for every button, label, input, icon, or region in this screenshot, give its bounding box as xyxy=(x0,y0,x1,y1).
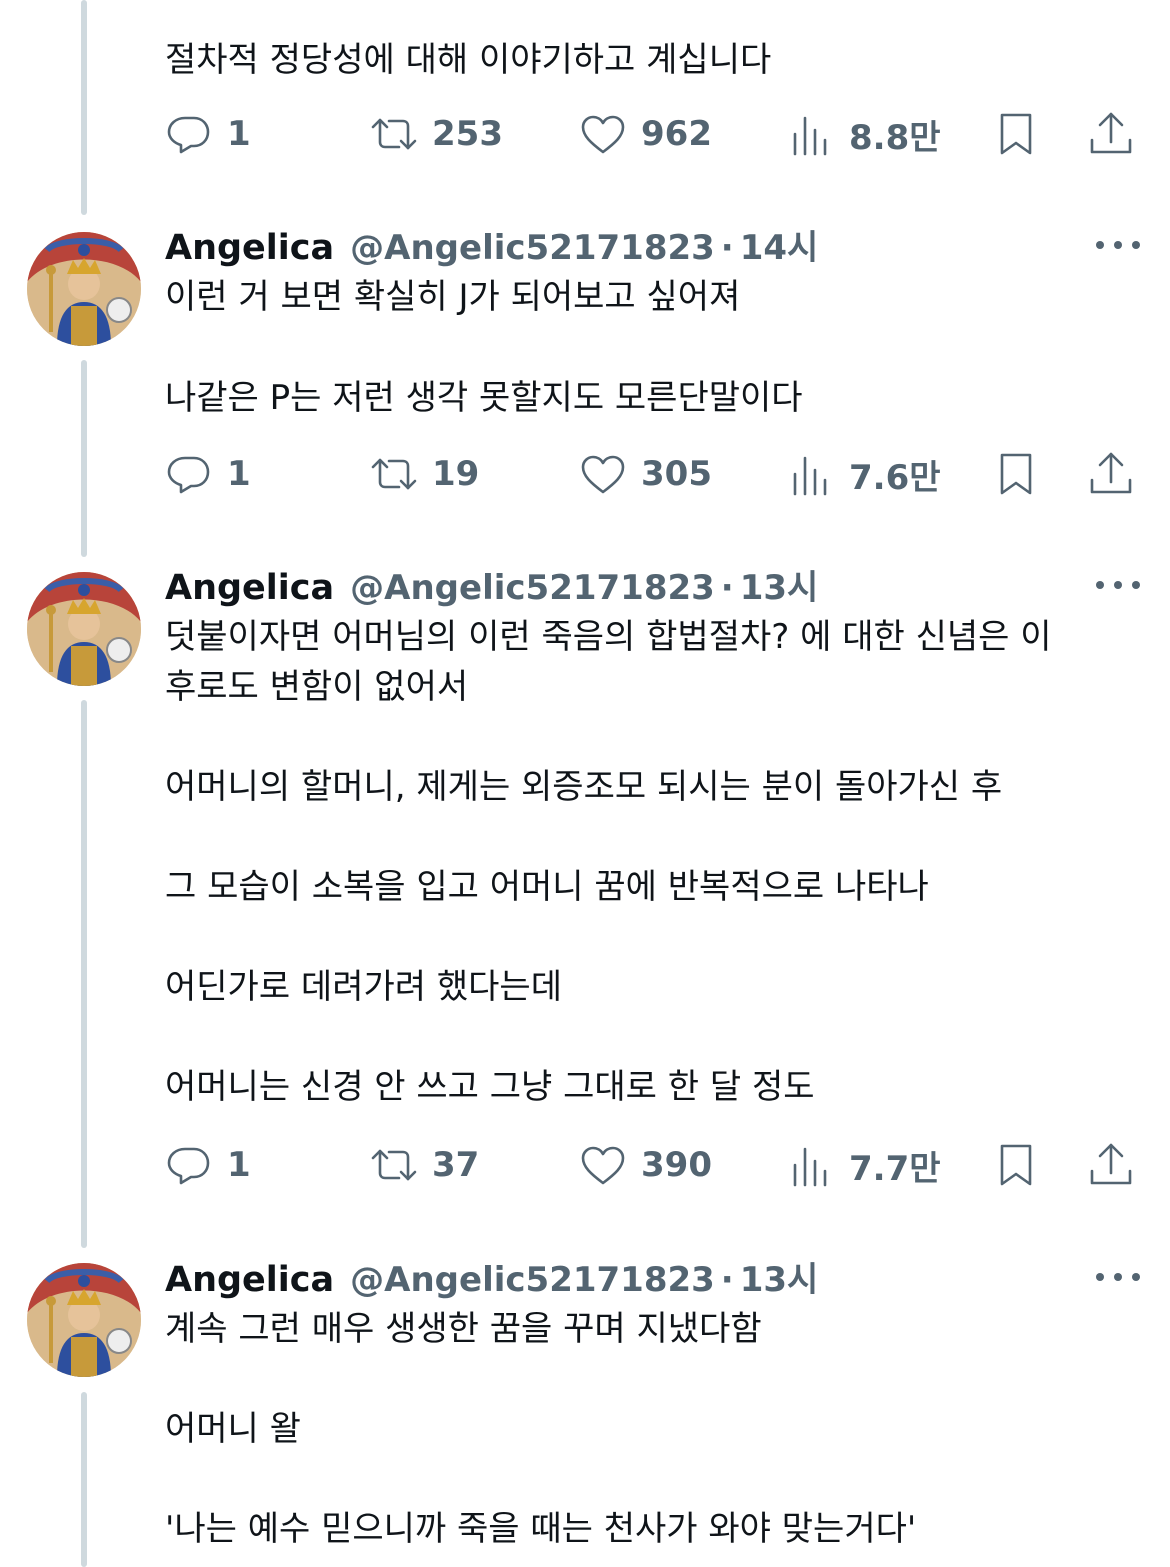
separator-dot: · xyxy=(720,228,734,268)
separator-dot: · xyxy=(720,568,734,608)
heart-icon xyxy=(581,455,625,494)
reply-count: 1 xyxy=(227,454,251,494)
bar-chart-icon xyxy=(793,456,827,496)
tweet-paragraph: 덧붙이자면 어머님의 이런 죽음의 합법절차? 에 대한 신념은 이 후로도 변… xyxy=(165,617,1052,707)
retweet-button[interactable]: 19 xyxy=(370,444,479,504)
speech-bubble-icon xyxy=(167,1147,210,1185)
heart-icon xyxy=(581,1146,625,1185)
user-handle[interactable]: @Angelic52171823 xyxy=(350,228,715,268)
retweet-button[interactable]: 253 xyxy=(370,104,503,164)
share-upload-icon xyxy=(1090,1143,1132,1185)
share-upload-icon xyxy=(1090,452,1132,494)
share-upload-icon xyxy=(1090,112,1132,154)
tweet-paragraph: 그 모습이 소복을 입고 어머니 꿈에 반복적으로 나타나 xyxy=(165,867,929,907)
separator-dot: · xyxy=(720,1260,734,1300)
views-count: 7.6만 xyxy=(849,457,941,498)
heart-icon xyxy=(581,115,625,154)
timestamp[interactable]: 13시 xyxy=(740,560,819,609)
views-count: 8.8만 xyxy=(849,117,941,158)
thread-line xyxy=(81,1392,87,1567)
reply-count: 1 xyxy=(227,1145,251,1185)
tweet-text-partial: 절차적 정당성에 대해 이야기하고 계십니다 xyxy=(165,35,1140,85)
tweet-paragraph: 절차적 정당성에 대해 이야기하고 계십니다 xyxy=(165,40,772,80)
tweet-paragraph: 어딘가로 데려가려 했다는데 xyxy=(165,967,562,1007)
tweet: Angelica @Angelic52171823 · 13시 덧붙이자면 어머… xyxy=(165,560,1140,1112)
speech-bubble-icon xyxy=(167,456,210,494)
like-button[interactable]: 305 xyxy=(579,444,712,504)
like-button[interactable]: 390 xyxy=(579,1135,712,1195)
more-dots-icon[interactable] xyxy=(1096,230,1140,260)
bar-chart-icon xyxy=(793,1147,827,1187)
like-count: 962 xyxy=(641,114,712,154)
user-name[interactable]: Angelica xyxy=(165,568,334,608)
tweet: Angelica @Angelic52171823 · 13시 계속 그런 매우… xyxy=(165,1252,1140,1554)
like-button[interactable]: 962 xyxy=(579,104,712,164)
tweet-header: Angelica @Angelic52171823 · 13시 xyxy=(165,1252,1140,1310)
retweet-count: 37 xyxy=(432,1145,480,1185)
tweet-paragraph: 어머니 왈 xyxy=(165,1409,301,1449)
tweet: Angelica @Angelic52171823 · 14시 이런 거 보면 … xyxy=(165,220,1140,423)
retweet-arrows-icon xyxy=(371,1149,417,1181)
reply-button[interactable]: 1 xyxy=(165,104,251,164)
tweet-paragraph: 나같은 P는 저런 생각 못할지도 모른단말이다 xyxy=(165,378,803,418)
views-count: 7.7만 xyxy=(849,1148,941,1189)
avatar-image xyxy=(27,572,141,686)
retweet-arrows-icon xyxy=(371,458,417,490)
thread-line xyxy=(81,700,87,1248)
retweet-count: 253 xyxy=(432,114,503,154)
tweet-actions: 1 19 305 7.6만 xyxy=(165,444,1140,504)
more-dots-icon[interactable] xyxy=(1096,570,1140,600)
user-name[interactable]: Angelica xyxy=(165,228,334,268)
avatar-image xyxy=(27,1263,141,1377)
views-button[interactable]: 7.7만 xyxy=(787,1135,941,1195)
share-button[interactable] xyxy=(1087,104,1135,164)
user-handle[interactable]: @Angelic52171823 xyxy=(350,1260,715,1300)
views-button[interactable]: 7.6만 xyxy=(787,444,941,504)
more-dots-icon[interactable] xyxy=(1096,1262,1140,1292)
share-button[interactable] xyxy=(1087,1135,1135,1195)
bookmark-icon xyxy=(1000,1144,1032,1186)
share-button[interactable] xyxy=(1087,444,1135,504)
bookmark-icon xyxy=(1000,453,1032,495)
reply-count: 1 xyxy=(227,114,251,154)
thread-line xyxy=(81,360,87,557)
timestamp[interactable]: 14시 xyxy=(740,220,819,269)
avatar[interactable] xyxy=(27,1263,141,1377)
speech-bubble-icon xyxy=(167,116,210,154)
bar-chart-icon xyxy=(793,116,827,156)
reply-button[interactable]: 1 xyxy=(165,1135,251,1195)
thread-line xyxy=(81,0,87,215)
tweet-header: Angelica @Angelic52171823 · 14시 xyxy=(165,220,1140,278)
bookmark-button[interactable] xyxy=(992,444,1040,504)
avatar[interactable] xyxy=(27,232,141,346)
tweet-paragraph: 어머니의 할머니, 제게는 외증조모 되시는 분이 돌아가신 후 xyxy=(165,767,1003,807)
timestamp[interactable]: 13시 xyxy=(740,1252,819,1301)
avatar[interactable] xyxy=(27,572,141,686)
like-count: 390 xyxy=(641,1145,712,1185)
tweet-paragraph: 계속 그런 매우 생생한 꿈을 꾸며 지냈다함 xyxy=(165,1309,762,1349)
user-handle[interactable]: @Angelic52171823 xyxy=(350,568,715,608)
retweet-button[interactable]: 37 xyxy=(370,1135,479,1195)
tweet-header: Angelica @Angelic52171823 · 13시 xyxy=(165,560,1140,618)
retweet-arrows-icon xyxy=(371,118,417,150)
tweet-actions: 1 37 390 7.7만 xyxy=(165,1135,1140,1195)
bookmark-button[interactable] xyxy=(992,1135,1040,1195)
retweet-count: 19 xyxy=(432,454,480,494)
bookmark-icon xyxy=(1000,113,1032,155)
tweet-paragraph: 이런 거 보면 확실히 J가 되어보고 싶어져 xyxy=(165,277,741,317)
views-button[interactable]: 8.8만 xyxy=(787,104,941,164)
bookmark-button[interactable] xyxy=(992,104,1040,164)
tweet-actions: 1 253 962 8.8만 xyxy=(165,104,1140,164)
tweet-paragraph: '나는 예수 믿으니까 죽을 때는 천사가 와야 맞는거다' xyxy=(165,1509,917,1549)
like-count: 305 xyxy=(641,454,712,494)
avatar-image xyxy=(27,232,141,346)
tweet-paragraph: 어머니는 신경 안 쓰고 그냥 그대로 한 달 정도 xyxy=(165,1067,815,1107)
user-name[interactable]: Angelica xyxy=(165,1260,334,1300)
reply-button[interactable]: 1 xyxy=(165,444,251,504)
